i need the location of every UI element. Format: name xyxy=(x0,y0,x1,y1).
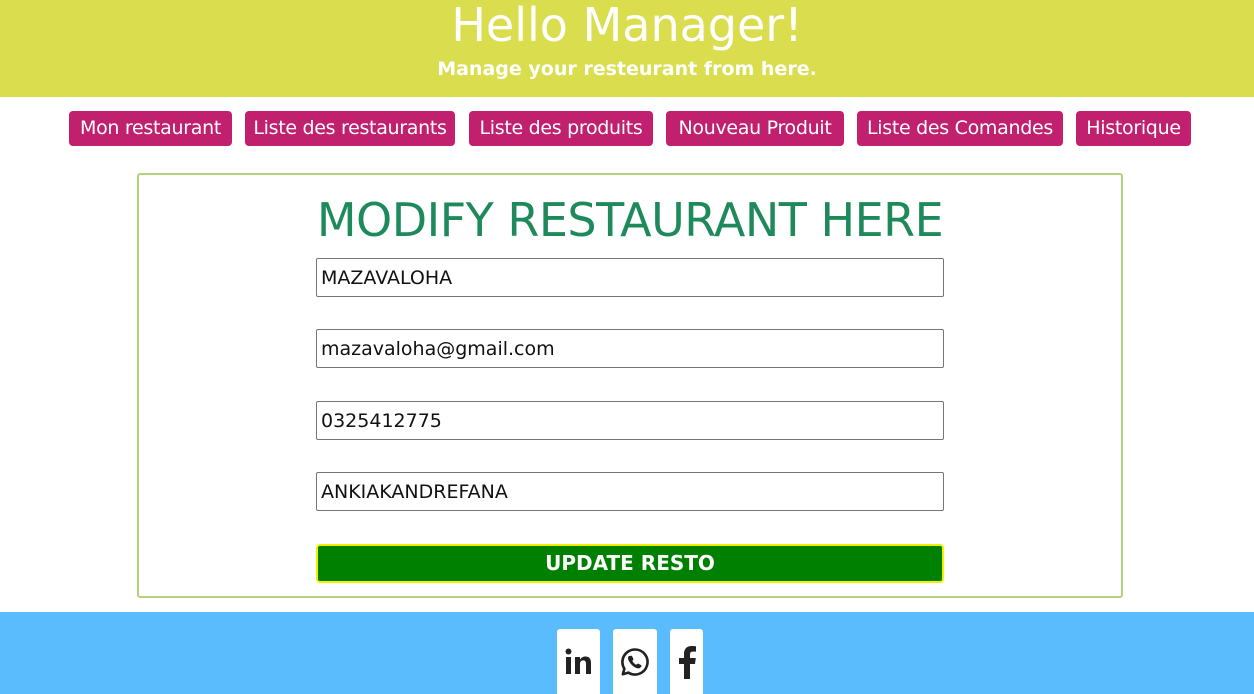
page-title: Hello Manager! xyxy=(451,0,803,52)
nav-historique[interactable]: Historique xyxy=(1076,111,1191,146)
nav-nouveau-produit[interactable]: Nouveau Produit xyxy=(666,111,844,146)
page-subtitle: Manage your resteurant from here. xyxy=(437,58,817,80)
linkedin-link[interactable] xyxy=(557,629,600,694)
page-footer xyxy=(0,612,1254,694)
page-header: Hello Manager! Manage your resteurant fr… xyxy=(0,0,1254,97)
nav-liste-des-comandes[interactable]: Liste des Comandes xyxy=(857,111,1063,146)
whatsapp-icon xyxy=(621,647,649,676)
restaurant-address-input[interactable] xyxy=(316,472,944,511)
facebook-link[interactable] xyxy=(670,629,703,694)
nav-mon-restaurant[interactable]: Mon restaurant xyxy=(69,111,232,146)
nav-liste-des-produits[interactable]: Liste des produits xyxy=(469,111,653,146)
linkedin-icon xyxy=(565,648,591,674)
form-title: MODIFY RESTAURANT HERE xyxy=(316,193,944,247)
main-nav: Mon restaurant Liste des restaurants Lis… xyxy=(0,111,1254,146)
nav-liste-des-restaurants[interactable]: Liste des restaurants xyxy=(245,111,455,146)
restaurant-name-input[interactable] xyxy=(316,258,944,297)
restaurant-email-input[interactable] xyxy=(316,329,944,368)
update-resto-button[interactable]: UPDATE RESTO xyxy=(316,544,944,583)
facebook-icon xyxy=(678,645,696,679)
whatsapp-link[interactable] xyxy=(613,629,657,694)
restaurant-phone-input[interactable] xyxy=(316,401,944,440)
